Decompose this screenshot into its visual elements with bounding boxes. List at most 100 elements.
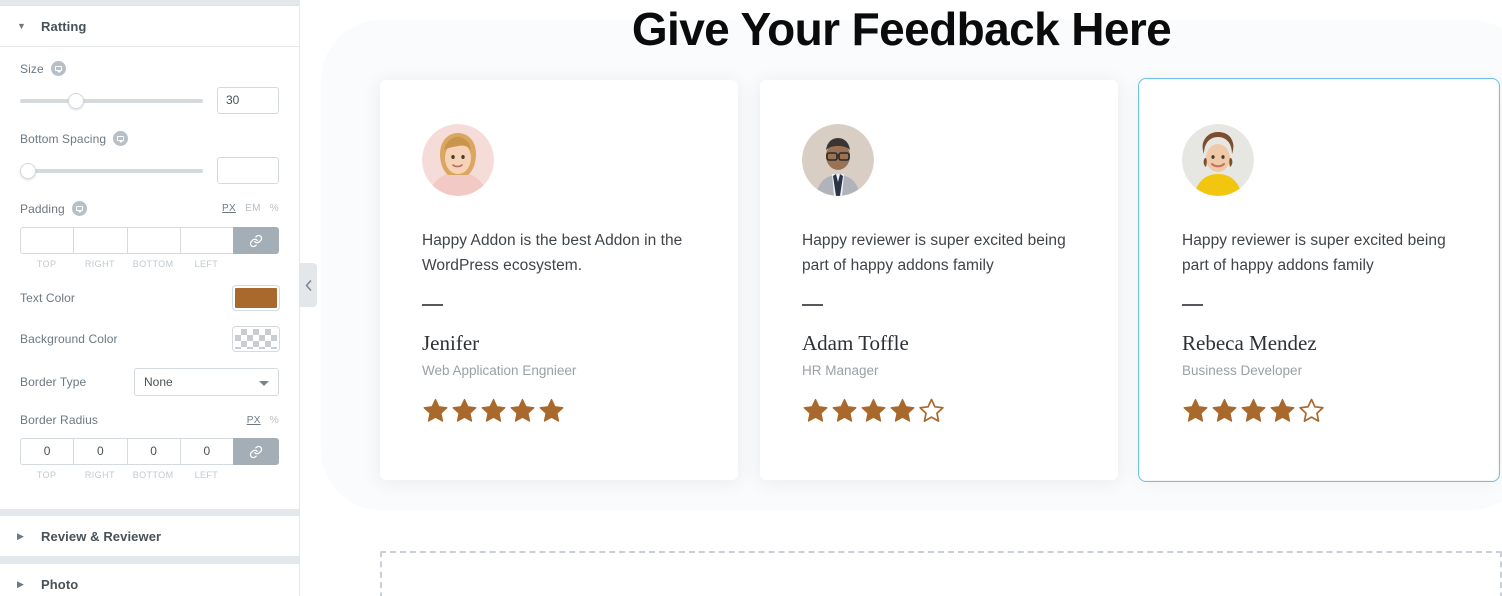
star-filled-icon[interactable] — [889, 397, 916, 424]
bottom-spacing-slider-row — [20, 157, 279, 184]
editor-root: ▼ Ratting Size 30 Bottom Spacing Padding… — [0, 0, 1502, 596]
device-toggle-icon[interactable] — [71, 201, 87, 216]
text-color-swatch[interactable] — [233, 286, 279, 310]
section-header-review-reviewer[interactable]: ▶ Review & Reviewer — [0, 516, 299, 557]
control-size: Size 30 — [20, 61, 279, 114]
star-filled-icon[interactable] — [422, 397, 449, 424]
rating-stars[interactable] — [1182, 397, 1456, 424]
divider-dash — [422, 304, 443, 306]
padding-unit-em[interactable]: EM — [245, 203, 261, 214]
size-slider-thumb[interactable] — [68, 92, 85, 109]
size-slider[interactable] — [20, 92, 203, 110]
star-filled-icon[interactable] — [509, 397, 536, 424]
panel-collapse-handle[interactable] — [300, 263, 317, 307]
radius-top-caption: TOP — [36, 470, 57, 480]
radius-top-input[interactable]: 0 — [20, 438, 74, 465]
padding-left-caption: LEFT — [194, 259, 219, 269]
star-filled-icon[interactable] — [538, 397, 565, 424]
padding-link-icon[interactable] — [233, 227, 279, 254]
padding-right-input[interactable] — [73, 227, 127, 254]
padding-top-caption: TOP — [36, 259, 57, 269]
star-filled-icon[interactable] — [802, 397, 829, 424]
bottom-spacing-slider-track — [20, 168, 203, 173]
radius-bottom-input[interactable]: 0 — [126, 438, 180, 465]
avatar — [802, 124, 874, 196]
padding-unit-switcher: PX EM % — [216, 203, 279, 214]
padding-top-cell: TOP — [20, 227, 74, 269]
radius-right-input[interactable]: 0 — [73, 438, 127, 465]
star-filled-icon[interactable] — [480, 397, 507, 424]
caret-down-icon: ▼ — [17, 20, 26, 31]
reviewer-role: Business Developer — [1182, 363, 1303, 378]
star-filled-icon[interactable] — [831, 397, 858, 424]
border-type-label: Border Type — [20, 375, 87, 389]
padding-bottom-caption: BOTTOM — [132, 259, 174, 269]
star-filled-icon[interactable] — [451, 397, 478, 424]
bottom-spacing-label-row: Bottom Spacing — [20, 131, 279, 146]
testimonial-card[interactable]: Happy Addon is the best Addon in the Wor… — [380, 80, 738, 480]
border-radius-unit-px[interactable]: PX — [247, 415, 261, 426]
section-title-photo: Photo — [41, 576, 79, 592]
device-toggle-icon[interactable] — [50, 61, 66, 76]
caret-right-icon: ▶ — [17, 578, 24, 589]
border-type-select[interactable]: None — [134, 368, 279, 396]
padding-right-caption: RIGHT — [84, 259, 115, 269]
star-outline-icon[interactable] — [1298, 397, 1325, 424]
rating-stars[interactable] — [422, 397, 696, 424]
border-radius-link-icon[interactable] — [233, 438, 279, 465]
control-bottom-spacing: Bottom Spacing — [20, 131, 279, 184]
avatar — [422, 124, 494, 196]
reviewer-name: Adam Toffle — [802, 331, 909, 355]
reviewer-role: Web Application Engnieer — [422, 363, 577, 378]
reviewer-role: HR Manager — [802, 363, 879, 378]
padding-left-cell: LEFT — [179, 227, 233, 269]
size-slider-row: 30 — [20, 87, 279, 114]
bottom-spacing-input[interactable] — [217, 157, 279, 184]
star-filled-icon[interactable] — [860, 397, 887, 424]
border-radius-unit-switcher: PX % — [241, 415, 279, 426]
background-color-swatch[interactable] — [233, 327, 279, 351]
section-title-ratting: Ratting — [41, 18, 87, 34]
padding-unit-percent[interactable]: % — [270, 203, 279, 214]
radius-left-cell: 0 LEFT — [179, 438, 233, 480]
section-divider-2 — [0, 557, 299, 564]
radius-right-caption: RIGHT — [84, 470, 115, 480]
text-color-label: Text Color — [20, 291, 76, 305]
empty-section-placeholder[interactable] — [380, 551, 1502, 596]
section-header-ratting[interactable]: ▼ Ratting — [0, 6, 299, 47]
star-filled-icon[interactable] — [1269, 397, 1296, 424]
device-toggle-icon[interactable] — [113, 131, 129, 146]
avatar — [1182, 124, 1254, 196]
padding-left-input[interactable] — [179, 227, 233, 254]
padding-top-input[interactable] — [20, 227, 74, 254]
border-radius-unit-percent[interactable]: % — [270, 415, 279, 426]
divider-dash — [802, 304, 823, 306]
radius-bottom-caption: BOTTOM — [132, 470, 174, 480]
border-radius-label-row: Border Radius PX % — [20, 413, 279, 427]
testimonial-card[interactable]: Happy reviewer is super excited being pa… — [760, 80, 1118, 480]
star-filled-icon[interactable] — [1211, 397, 1238, 424]
section-title-review-reviewer: Review & Reviewer — [41, 528, 162, 544]
bottom-spacing-slider-thumb[interactable] — [20, 162, 36, 179]
rating-stars[interactable] — [802, 397, 1076, 424]
star-filled-icon[interactable] — [1182, 397, 1209, 424]
padding-label-row: Padding PX EM % — [20, 201, 279, 216]
radius-left-input[interactable]: 0 — [179, 438, 233, 465]
star-outline-icon[interactable] — [918, 397, 945, 424]
size-label-row: Size — [20, 61, 279, 76]
reviewer-name: Jenifer — [422, 331, 480, 355]
size-label: Size — [20, 61, 44, 76]
testimonial-quote: Happy Addon is the best Addon in the Wor… — [422, 232, 683, 274]
star-filled-icon[interactable] — [1240, 397, 1267, 424]
testimonial-quote: Happy reviewer is super excited being pa… — [802, 232, 1066, 274]
bottom-spacing-slider[interactable] — [20, 162, 203, 180]
background-color-label: Background Color — [20, 332, 118, 346]
control-border-type: Border Type None — [20, 368, 279, 396]
padding-bottom-input[interactable] — [126, 227, 180, 254]
padding-unit-px[interactable]: PX — [222, 203, 236, 214]
reviewer-name: Rebeca Mendez — [1182, 331, 1317, 355]
size-input[interactable]: 30 — [217, 87, 279, 114]
section-header-photo[interactable]: ▶ Photo — [0, 564, 299, 596]
border-radius-inputs: 0 TOP 0 RIGHT 0 BOTTOM 0 LEFT — [20, 438, 279, 480]
testimonial-card-selected[interactable]: Happy reviewer is super excited being pa… — [1138, 78, 1500, 482]
